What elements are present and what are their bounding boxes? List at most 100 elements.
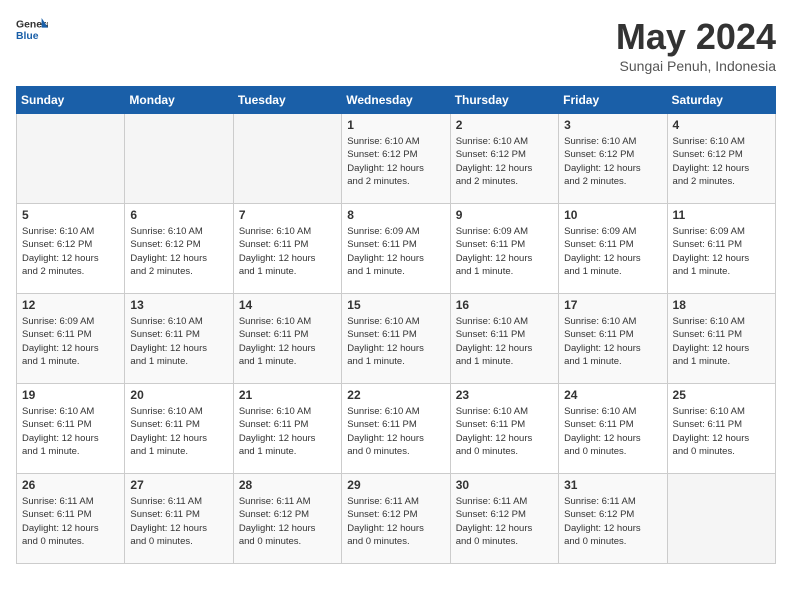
day-info: Sunrise: 6:10 AM Sunset: 6:11 PM Dayligh… <box>347 405 444 458</box>
header-monday: Monday <box>125 87 233 114</box>
calendar-cell: 7 Sunrise: 6:10 AM Sunset: 6:11 PM Daylig… <box>233 204 341 294</box>
day-info: Sunrise: 6:09 AM Sunset: 6:11 PM Dayligh… <box>456 225 553 278</box>
location-subtitle: Sungai Penuh, Indonesia <box>616 58 776 74</box>
day-info: Sunrise: 6:11 AM Sunset: 6:12 PM Dayligh… <box>564 495 661 548</box>
day-number: 7 <box>239 208 336 222</box>
day-info: Sunrise: 6:10 AM Sunset: 6:12 PM Dayligh… <box>456 135 553 188</box>
day-info: Sunrise: 6:10 AM Sunset: 6:11 PM Dayligh… <box>130 315 227 368</box>
day-info: Sunrise: 6:11 AM Sunset: 6:11 PM Dayligh… <box>22 495 119 548</box>
day-number: 2 <box>456 118 553 132</box>
day-info: Sunrise: 6:11 AM Sunset: 6:12 PM Dayligh… <box>456 495 553 548</box>
day-info: Sunrise: 6:10 AM Sunset: 6:12 PM Dayligh… <box>347 135 444 188</box>
day-info: Sunrise: 6:10 AM Sunset: 6:11 PM Dayligh… <box>130 405 227 458</box>
day-info: Sunrise: 6:11 AM Sunset: 6:12 PM Dayligh… <box>239 495 336 548</box>
calendar-cell: 15Sunrise: 6:10 AM Sunset: 6:11 PM Dayli… <box>342 294 450 384</box>
calendar-cell: 23 Sunrise: 6:10 AM Sunset: 6:11 PM Dayli… <box>450 384 558 474</box>
day-info: Sunrise: 6:10 AM Sunset: 6:12 PM Dayligh… <box>22 225 119 278</box>
calendar-cell <box>233 114 341 204</box>
day-number: 25 <box>673 388 770 402</box>
day-info: Sunrise: 6:10 AM Sunset: 6:11 PM Dayligh… <box>239 315 336 368</box>
day-number: 9 <box>456 208 553 222</box>
day-info: Sunrise: 6:11 AM Sunset: 6:11 PM Dayligh… <box>130 495 227 548</box>
calendar-cell: 2 Sunrise: 6:10 AM Sunset: 6:12 PM Daylig… <box>450 114 558 204</box>
calendar-cell: 13Sunrise: 6:10 AM Sunset: 6:11 PM Dayli… <box>125 294 233 384</box>
calendar-cell: 9 Sunrise: 6:09 AM Sunset: 6:11 PM Daylig… <box>450 204 558 294</box>
week-row-1: 1Sunrise: 6:10 AM Sunset: 6:12 PM Daylig… <box>17 114 776 204</box>
calendar-cell: 19Sunrise: 6:10 AM Sunset: 6:11 PM Dayli… <box>17 384 125 474</box>
day-number: 27 <box>130 478 227 492</box>
day-info: Sunrise: 6:09 AM Sunset: 6:11 PM Dayligh… <box>673 225 770 278</box>
day-number: 22 <box>347 388 444 402</box>
calendar-cell: 20 Sunrise: 6:10 AM Sunset: 6:11 PM Dayli… <box>125 384 233 474</box>
day-info: Sunrise: 6:10 AM Sunset: 6:12 PM Dayligh… <box>130 225 227 278</box>
calendar-cell: 25 Sunrise: 6:10 AM Sunset: 6:11 PM Dayli… <box>667 384 775 474</box>
day-number: 28 <box>239 478 336 492</box>
day-number: 10 <box>564 208 661 222</box>
calendar-table: Sunday Monday Tuesday Wednesday Thursday… <box>16 86 776 564</box>
day-info: Sunrise: 6:11 AM Sunset: 6:12 PM Dayligh… <box>347 495 444 548</box>
day-number: 3 <box>564 118 661 132</box>
calendar-header-row: Sunday Monday Tuesday Wednesday Thursday… <box>17 87 776 114</box>
calendar-cell: 10 Sunrise: 6:09 AM Sunset: 6:11 PM Dayli… <box>559 204 667 294</box>
header-tuesday: Tuesday <box>233 87 341 114</box>
calendar-cell <box>667 474 775 564</box>
day-info: Sunrise: 6:10 AM Sunset: 6:11 PM Dayligh… <box>239 225 336 278</box>
day-number: 31 <box>564 478 661 492</box>
calendar-cell: 28 Sunrise: 6:11 AM Sunset: 6:12 PM Dayli… <box>233 474 341 564</box>
day-number: 29 <box>347 478 444 492</box>
day-info: Sunrise: 6:10 AM Sunset: 6:11 PM Dayligh… <box>22 405 119 458</box>
day-number: 6 <box>130 208 227 222</box>
logo-icon: General Blue <box>16 16 48 44</box>
day-number: 20 <box>130 388 227 402</box>
day-number: 12 <box>22 298 119 312</box>
week-row-2: 5Sunrise: 6:10 AM Sunset: 6:12 PM Daylig… <box>17 204 776 294</box>
calendar-cell: 30 Sunrise: 6:11 AM Sunset: 6:12 PM Dayli… <box>450 474 558 564</box>
calendar-cell: 4 Sunrise: 6:10 AM Sunset: 6:12 PM Daylig… <box>667 114 775 204</box>
calendar-cell: 17 Sunrise: 6:10 AM Sunset: 6:11 PM Dayli… <box>559 294 667 384</box>
day-number: 21 <box>239 388 336 402</box>
header-saturday: Saturday <box>667 87 775 114</box>
calendar-cell: 22 Sunrise: 6:10 AM Sunset: 6:11 PM Dayli… <box>342 384 450 474</box>
calendar-cell <box>125 114 233 204</box>
calendar-cell: 16 Sunrise: 6:10 AM Sunset: 6:11 PM Dayli… <box>450 294 558 384</box>
calendar-cell: 12 Sunrise: 6:09 AM Sunset: 6:11 PM Dayli… <box>17 294 125 384</box>
day-number: 26 <box>22 478 119 492</box>
svg-text:Blue: Blue <box>16 31 39 42</box>
calendar-cell: 27 Sunrise: 6:11 AM Sunset: 6:11 PM Dayli… <box>125 474 233 564</box>
day-info: Sunrise: 6:10 AM Sunset: 6:11 PM Dayligh… <box>564 405 661 458</box>
day-info: Sunrise: 6:10 AM Sunset: 6:11 PM Dayligh… <box>456 405 553 458</box>
day-number: 17 <box>564 298 661 312</box>
day-info: Sunrise: 6:10 AM Sunset: 6:11 PM Dayligh… <box>673 405 770 458</box>
day-info: Sunrise: 6:09 AM Sunset: 6:11 PM Dayligh… <box>347 225 444 278</box>
day-info: Sunrise: 6:10 AM Sunset: 6:12 PM Dayligh… <box>673 135 770 188</box>
calendar-cell <box>17 114 125 204</box>
header-friday: Friday <box>559 87 667 114</box>
calendar-cell: 8 Sunrise: 6:09 AM Sunset: 6:11 PM Daylig… <box>342 204 450 294</box>
day-info: Sunrise: 6:10 AM Sunset: 6:11 PM Dayligh… <box>564 315 661 368</box>
day-number: 14 <box>239 298 336 312</box>
calendar-cell: 29 Sunrise: 6:11 AM Sunset: 6:12 PM Dayli… <box>342 474 450 564</box>
day-number: 18 <box>673 298 770 312</box>
calendar-cell: 24 Sunrise: 6:10 AM Sunset: 6:11 PM Dayli… <box>559 384 667 474</box>
day-number: 30 <box>456 478 553 492</box>
day-number: 23 <box>456 388 553 402</box>
header-sunday: Sunday <box>17 87 125 114</box>
day-number: 16 <box>456 298 553 312</box>
calendar-cell: 31 Sunrise: 6:11 AM Sunset: 6:12 PM Dayli… <box>559 474 667 564</box>
week-row-4: 19Sunrise: 6:10 AM Sunset: 6:11 PM Dayli… <box>17 384 776 474</box>
day-info: Sunrise: 6:10 AM Sunset: 6:11 PM Dayligh… <box>456 315 553 368</box>
week-row-5: 26 Sunrise: 6:11 AM Sunset: 6:11 PM Dayli… <box>17 474 776 564</box>
calendar-cell: 26 Sunrise: 6:11 AM Sunset: 6:11 PM Dayli… <box>17 474 125 564</box>
day-info: Sunrise: 6:09 AM Sunset: 6:11 PM Dayligh… <box>22 315 119 368</box>
day-number: 24 <box>564 388 661 402</box>
day-number: 4 <box>673 118 770 132</box>
day-number: 15 <box>347 298 444 312</box>
calendar-cell: 18Sunrise: 6:10 AM Sunset: 6:11 PM Dayli… <box>667 294 775 384</box>
calendar-cell: 3 Sunrise: 6:10 AM Sunset: 6:12 PM Daylig… <box>559 114 667 204</box>
day-info: Sunrise: 6:09 AM Sunset: 6:11 PM Dayligh… <box>564 225 661 278</box>
calendar-cell: 6 Sunrise: 6:10 AM Sunset: 6:12 PM Daylig… <box>125 204 233 294</box>
calendar-cell: 21Sunrise: 6:10 AM Sunset: 6:11 PM Dayli… <box>233 384 341 474</box>
calendar-cell: 14 Sunrise: 6:10 AM Sunset: 6:11 PM Dayli… <box>233 294 341 384</box>
day-number: 8 <box>347 208 444 222</box>
day-info: Sunrise: 6:10 AM Sunset: 6:12 PM Dayligh… <box>564 135 661 188</box>
